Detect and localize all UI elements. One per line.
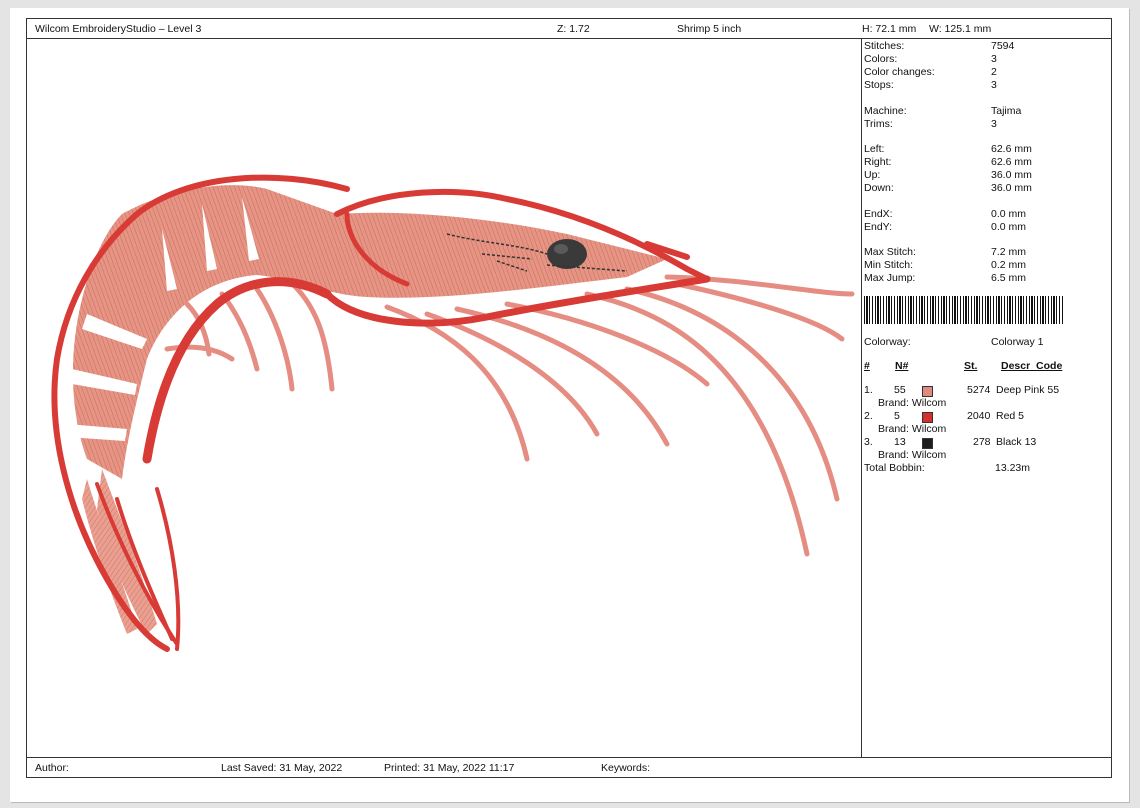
stat-row: Trims: 3 — [864, 118, 997, 130]
color-row: 3. 13 278 Black 13 Brand: Wilcom — [864, 436, 1037, 461]
stat-row: Color changes: 2 — [864, 66, 997, 78]
shrimp-embroidery-image — [51, 174, 855, 652]
design-name: Shrimp 5 inch — [677, 23, 742, 35]
stat-row: Down: 36.0 mm — [864, 182, 1032, 194]
color-row: 1. 55 5274 Deep Pink 55 Brand: Wilcom — [864, 384, 1060, 409]
print-preview-page: Wilcom EmbroideryStudio – Level 3 Z: 1.7… — [10, 8, 1129, 802]
stat-row: Max Stitch: 7.2 mm — [864, 246, 1027, 258]
panel-divider — [861, 39, 862, 757]
stat-row: Stops: 3 — [864, 79, 997, 91]
keywords-label: Keywords: — [601, 762, 651, 774]
design-sheet-frame: Wilcom EmbroideryStudio – Level 3 Z: 1.7… — [26, 18, 1112, 778]
author-label: Author: — [35, 762, 69, 774]
embroidery-design-preview — [27, 39, 861, 757]
color-swatch — [922, 386, 933, 397]
stat-row: Right: 62.6 mm — [864, 156, 1032, 168]
col-header-index: # — [864, 360, 870, 372]
sheet-header: Wilcom EmbroideryStudio – Level 3 Z: 1.7… — [27, 19, 1111, 39]
sheet-footer: Author: Last Saved: 31 May, 2022 Printed… — [27, 757, 1111, 777]
stat-row: EndX: 0.0 mm — [864, 208, 1027, 220]
stat-row: Up: 36.0 mm — [864, 169, 1032, 181]
last-saved: Last Saved: 31 May, 2022 — [221, 762, 343, 774]
col-header-number: N# — [895, 360, 909, 372]
color-swatch — [922, 438, 933, 449]
design-height: H: 72.1 mm — [862, 23, 917, 35]
zoom-level: Z: 1.72 — [557, 23, 590, 35]
col-header-descr: Descr_Code — [1001, 360, 1063, 372]
barcode-image — [864, 296, 1064, 324]
stat-row: Machine: Tajima — [864, 105, 1022, 117]
colorway-row: Colorway: Colorway 1 — [864, 336, 1044, 348]
app-title: Wilcom EmbroideryStudio – Level 3 — [35, 23, 202, 35]
stat-row: Colors: 3 — [864, 53, 997, 65]
stat-row: Max Jump: 6.5 mm — [864, 272, 1027, 284]
stat-row: EndY: 0.0 mm — [864, 221, 1027, 233]
stat-row: Left: 62.6 mm — [864, 143, 1032, 155]
color-row: 2. 5 2040 Red 5 Brand: Wilcom — [864, 410, 1025, 435]
design-info-panel: Stitches: 7594 Colors: 3 Color changes: 2 S… — [864, 40, 1112, 756]
printed-date: Printed: 31 May, 2022 11:17 — [384, 762, 515, 774]
stat-row: Min Stitch: 0.2 mm — [864, 259, 1027, 271]
total-bobbin-row: Total Bobbin: 13.23m — [864, 462, 1031, 474]
color-swatch — [922, 412, 933, 423]
design-width: W: 125.1 mm — [929, 23, 992, 35]
stat-row: Stitches: 7594 — [864, 40, 1015, 52]
col-header-stitches: St. — [964, 360, 978, 372]
